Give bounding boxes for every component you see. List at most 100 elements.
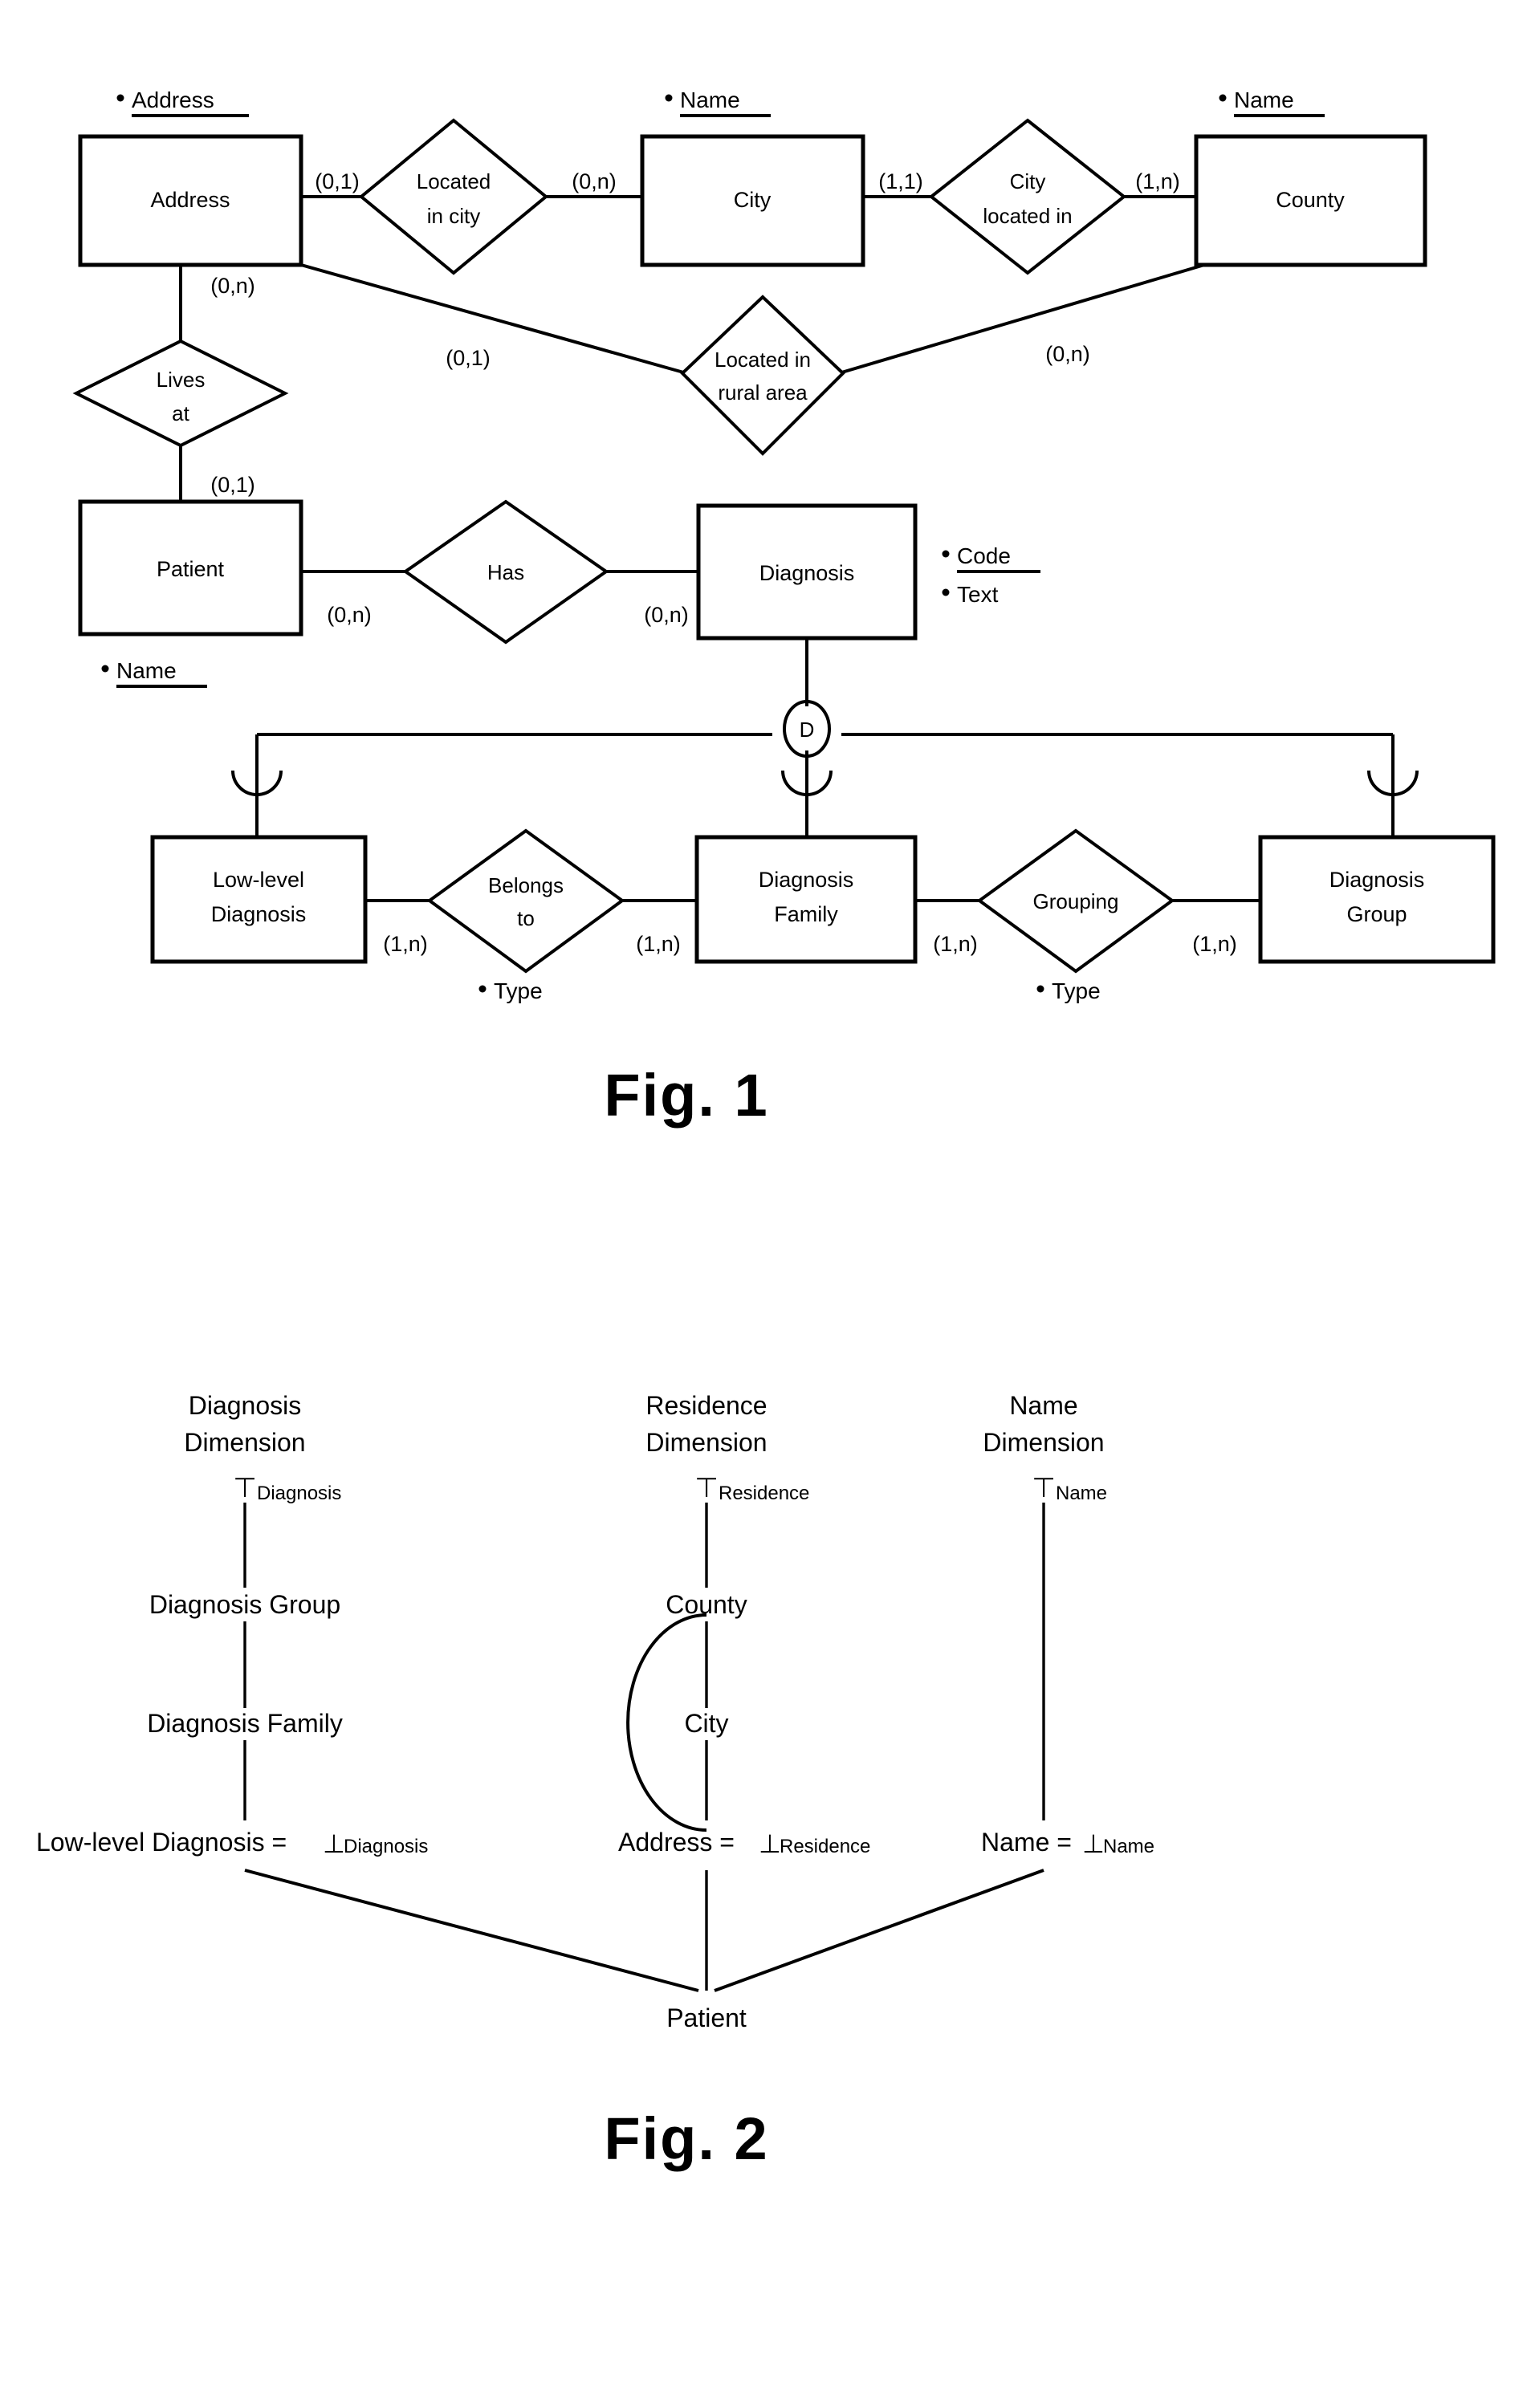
- relationship-located-rural-label-line1: Located in: [715, 348, 811, 372]
- cardinality-low-level-belongs-to: (1,n): [383, 932, 428, 956]
- entity-diagnosis-label: Diagnosis: [759, 561, 855, 585]
- relationship-located-rural-label-line2: rural area: [718, 380, 808, 405]
- entity-diagnosis[interactable]: Diagnosis: [696, 503, 918, 641]
- attribute-diagnosis-code: Code: [942, 543, 1040, 573]
- cardinality-county-rural: (0,n): [1045, 342, 1090, 366]
- residence-level-county: County: [666, 1590, 747, 1619]
- relationship-city-located-in-label-line2: located in: [983, 204, 1072, 228]
- figure-1-caption: Fig. 1: [604, 1062, 768, 1129]
- diagnosis-bottom-subscript: Diagnosis: [344, 1836, 428, 1857]
- cardinality-address-lives-at: (0,n): [210, 274, 255, 298]
- figure-2-dimension-hierarchies: Diagnosis Dimension ⊤ Diagnosis Diagnosi…: [36, 1391, 1154, 2172]
- entity-address-label: Address: [150, 188, 230, 212]
- diagnosis-level-family: Diagnosis Family: [147, 1709, 343, 1738]
- relationship-grouping[interactable]: Grouping: [976, 828, 1175, 974]
- relationship-located-in-city-label-line1: Located: [417, 169, 491, 193]
- patient-fact-node-label: Patient: [666, 2003, 747, 2032]
- entity-county-label: County: [1276, 188, 1345, 212]
- cardinality-city-city-located-in: (1,1): [878, 169, 923, 193]
- entity-address[interactable]: Address: [78, 134, 303, 267]
- disjoint-marker-label: D: [800, 718, 815, 742]
- entity-low-level-diagnosis-label-line1: Low-level: [213, 868, 304, 892]
- attribute-city-name-label: Name: [680, 87, 740, 112]
- relationship-located-in-rural-area[interactable]: Located in rural area: [680, 295, 845, 456]
- relationship-belongs-to-label-line1: Belongs: [488, 873, 564, 897]
- attribute-belongs-to-type-label: Type: [494, 978, 543, 1003]
- diagnosis-bottom-symbol: ⊥: [323, 1829, 345, 1858]
- diagnosis-level-group: Diagnosis Group: [149, 1590, 340, 1619]
- figure-2-caption: Fig. 2: [604, 2105, 768, 2172]
- attribute-diagnosis-text-label: Text: [957, 582, 999, 607]
- residence-dimension-title-line2: Dimension: [645, 1428, 767, 1457]
- diagnosis-top-subscript: Diagnosis: [257, 1483, 341, 1504]
- patient-fact-node[interactable]: Patient: [666, 2003, 747, 2032]
- figure-1-er-diagram: Address City County Patient Diagnosis Lo…: [72, 87, 1496, 1129]
- entity-diagnosis-group[interactable]: Diagnosis Group: [1258, 835, 1496, 964]
- cardinality-grouping-group: (1,n): [1192, 932, 1237, 956]
- cardinality-patient-has: (0,n): [327, 603, 372, 627]
- residence-dimension-title-line1: Residence: [645, 1391, 767, 1420]
- diagnosis-dimension-title-line2: Dimension: [184, 1428, 305, 1457]
- entity-patient[interactable]: Patient: [78, 499, 303, 637]
- name-top-subscript: Name: [1056, 1483, 1107, 1504]
- residence-dimension[interactable]: Residence Dimension ⊤ Residence County C…: [618, 1391, 870, 1858]
- attribute-city-name: Name: [665, 87, 771, 117]
- relationship-located-in-city-label-line2: in city: [427, 204, 480, 228]
- residence-top-symbol: ⊤: [694, 1473, 719, 1503]
- patent-figure-page: Address City County Patient Diagnosis Lo…: [0, 0, 1535, 2341]
- relationship-located-in-city[interactable]: Located in city: [358, 118, 549, 275]
- relationship-lives-at-label-line2: at: [172, 401, 189, 425]
- entity-county[interactable]: County: [1194, 134, 1427, 267]
- diagnosis-dimension-title-line1: Diagnosis: [189, 1391, 302, 1420]
- relationship-city-located-in[interactable]: City located in: [928, 118, 1127, 275]
- name-top-symbol: ⊤: [1032, 1473, 1056, 1503]
- residence-bottom-subscript: Residence: [780, 1836, 870, 1857]
- residence-bottom-label: Address =: [618, 1828, 735, 1857]
- attribute-county-name-label: Name: [1234, 87, 1294, 112]
- relationship-belongs-to[interactable]: Belongs to: [426, 828, 625, 974]
- cardinality-belongs-to-family: (1,n): [636, 932, 681, 956]
- entity-diagnosis-group-label-line1: Diagnosis: [1329, 868, 1425, 892]
- attribute-diagnosis-text: Text: [942, 582, 999, 607]
- name-dimension[interactable]: Name Dimension ⊤ Name Name = ⊥ Name: [981, 1391, 1154, 1858]
- entity-diagnosis-group-label-line2: Group: [1346, 902, 1407, 926]
- entity-city-label: City: [734, 188, 772, 212]
- diagnosis-top-symbol: ⊤: [233, 1473, 257, 1503]
- name-bottom-symbol: ⊥: [1082, 1829, 1105, 1858]
- diagnosis-dimension[interactable]: Diagnosis Dimension ⊤ Diagnosis Diagnosi…: [36, 1391, 428, 1858]
- attribute-county-name: Name: [1219, 87, 1325, 117]
- residence-top-subscript: Residence: [719, 1483, 809, 1504]
- name-bottom-subscript: Name: [1103, 1836, 1154, 1857]
- relationship-city-located-in-label-line1: City: [1010, 169, 1046, 193]
- disjoint-marker[interactable]: D: [783, 700, 831, 758]
- attribute-address: Address: [116, 87, 249, 117]
- cardinality-address-located-in-city: (0,1): [315, 169, 360, 193]
- cardinality-address-rural: (0,1): [446, 346, 491, 370]
- attribute-patient-name: Name: [101, 658, 207, 688]
- attribute-address-label: Address: [132, 87, 214, 112]
- attribute-grouping-type-label: Type: [1052, 978, 1101, 1003]
- attribute-belongs-to-type: Type: [478, 978, 543, 1003]
- name-dimension-title-line2: Dimension: [983, 1428, 1104, 1457]
- fact-edges: [244, 1869, 1044, 1992]
- relationship-has[interactable]: Has: [402, 499, 609, 645]
- residence-level-city: City: [684, 1709, 728, 1738]
- attribute-diagnosis-code-label: Code: [957, 543, 1011, 568]
- entity-low-level-diagnosis-label-line2: Diagnosis: [211, 902, 307, 926]
- entity-diagnosis-family[interactable]: Diagnosis Family: [694, 835, 918, 964]
- attribute-patient-name-label: Name: [116, 658, 177, 683]
- entity-low-level-diagnosis[interactable]: Low-level Diagnosis: [150, 835, 368, 964]
- relationship-belongs-to-label-line2: to: [517, 906, 535, 930]
- name-dimension-title-line1: Name: [1009, 1391, 1077, 1420]
- relationship-lives-at[interactable]: Lives at: [72, 339, 289, 448]
- cardinality-city-located-in-county: (1,n): [1135, 169, 1180, 193]
- relationship-grouping-label: Grouping: [1033, 889, 1119, 913]
- cardinality-located-in-city-city: (0,n): [572, 169, 617, 193]
- entity-diagnosis-family-label-line1: Diagnosis: [759, 868, 854, 892]
- cardinality-family-grouping: (1,n): [933, 932, 978, 956]
- cardinality-lives-at-patient: (0,1): [210, 473, 255, 497]
- cardinality-has-diagnosis: (0,n): [644, 603, 689, 627]
- entity-city[interactable]: City: [640, 134, 865, 267]
- diagnosis-bottom-label: Low-level Diagnosis =: [36, 1828, 287, 1857]
- relationship-has-label: Has: [487, 560, 524, 584]
